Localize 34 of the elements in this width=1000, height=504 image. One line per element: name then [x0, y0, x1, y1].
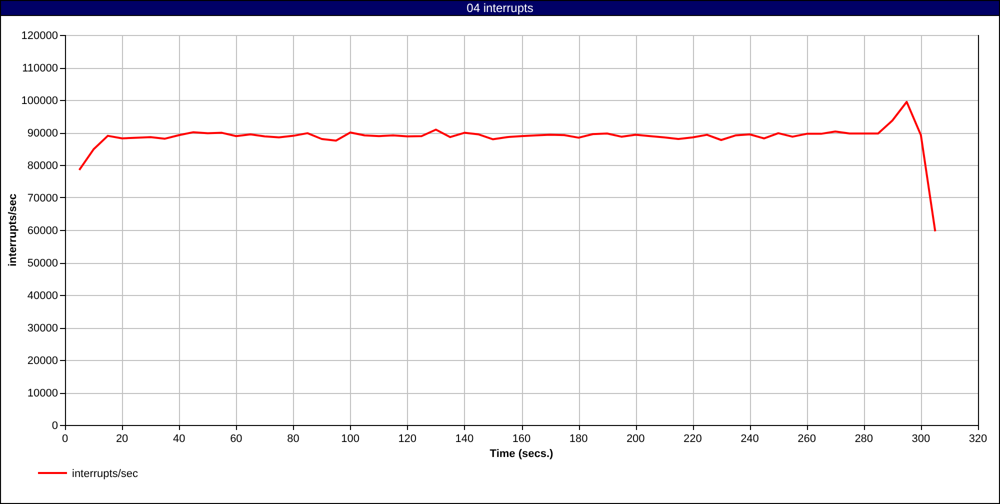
- y-tick-label: 120000: [21, 30, 58, 42]
- x-tick-label: 300: [912, 433, 930, 445]
- y-tick-label: 20000: [27, 355, 58, 367]
- y-tick-label: 0: [52, 420, 58, 432]
- window-title: 04 interrupts: [1, 1, 999, 16]
- x-tick-label: 80: [287, 433, 300, 445]
- x-tick-label: 140: [455, 433, 474, 445]
- y-tick-label: 60000: [27, 225, 58, 237]
- y-tick-label: 100000: [21, 95, 58, 107]
- x-tick-label: 60: [230, 433, 242, 445]
- x-tick-label: 40: [173, 433, 186, 445]
- y-tick-label: 40000: [27, 290, 58, 302]
- x-tick-label: 200: [626, 433, 645, 445]
- x-tick-label: 240: [740, 433, 759, 445]
- legend-label: interrupts/sec: [72, 468, 138, 480]
- x-tick-label: 260: [798, 433, 816, 445]
- x-tick-label: 120: [398, 433, 417, 445]
- x-tick-label: 220: [684, 433, 702, 445]
- y-tick-label: 70000: [27, 192, 58, 204]
- x-tick-label: 320: [968, 433, 988, 445]
- y-axis-title: interrupts/sec: [7, 194, 19, 266]
- x-axis-title: Time (secs.): [490, 448, 554, 460]
- y-tick-label: 80000: [27, 160, 58, 172]
- x-tick-label: 180: [569, 433, 588, 445]
- y-tick-label: 50000: [27, 258, 58, 270]
- y-tick-label: 30000: [27, 322, 58, 334]
- y-tick-label: 90000: [27, 128, 58, 140]
- x-tick-label: 0: [62, 433, 68, 445]
- y-tick-label: 110000: [22, 62, 58, 74]
- y-tick-label: 10000: [27, 388, 58, 400]
- x-tick-label: 100: [341, 433, 360, 445]
- x-tick-label: 20: [116, 433, 128, 445]
- x-tick-label: 160: [512, 433, 531, 445]
- x-tick-label: 280: [854, 433, 874, 445]
